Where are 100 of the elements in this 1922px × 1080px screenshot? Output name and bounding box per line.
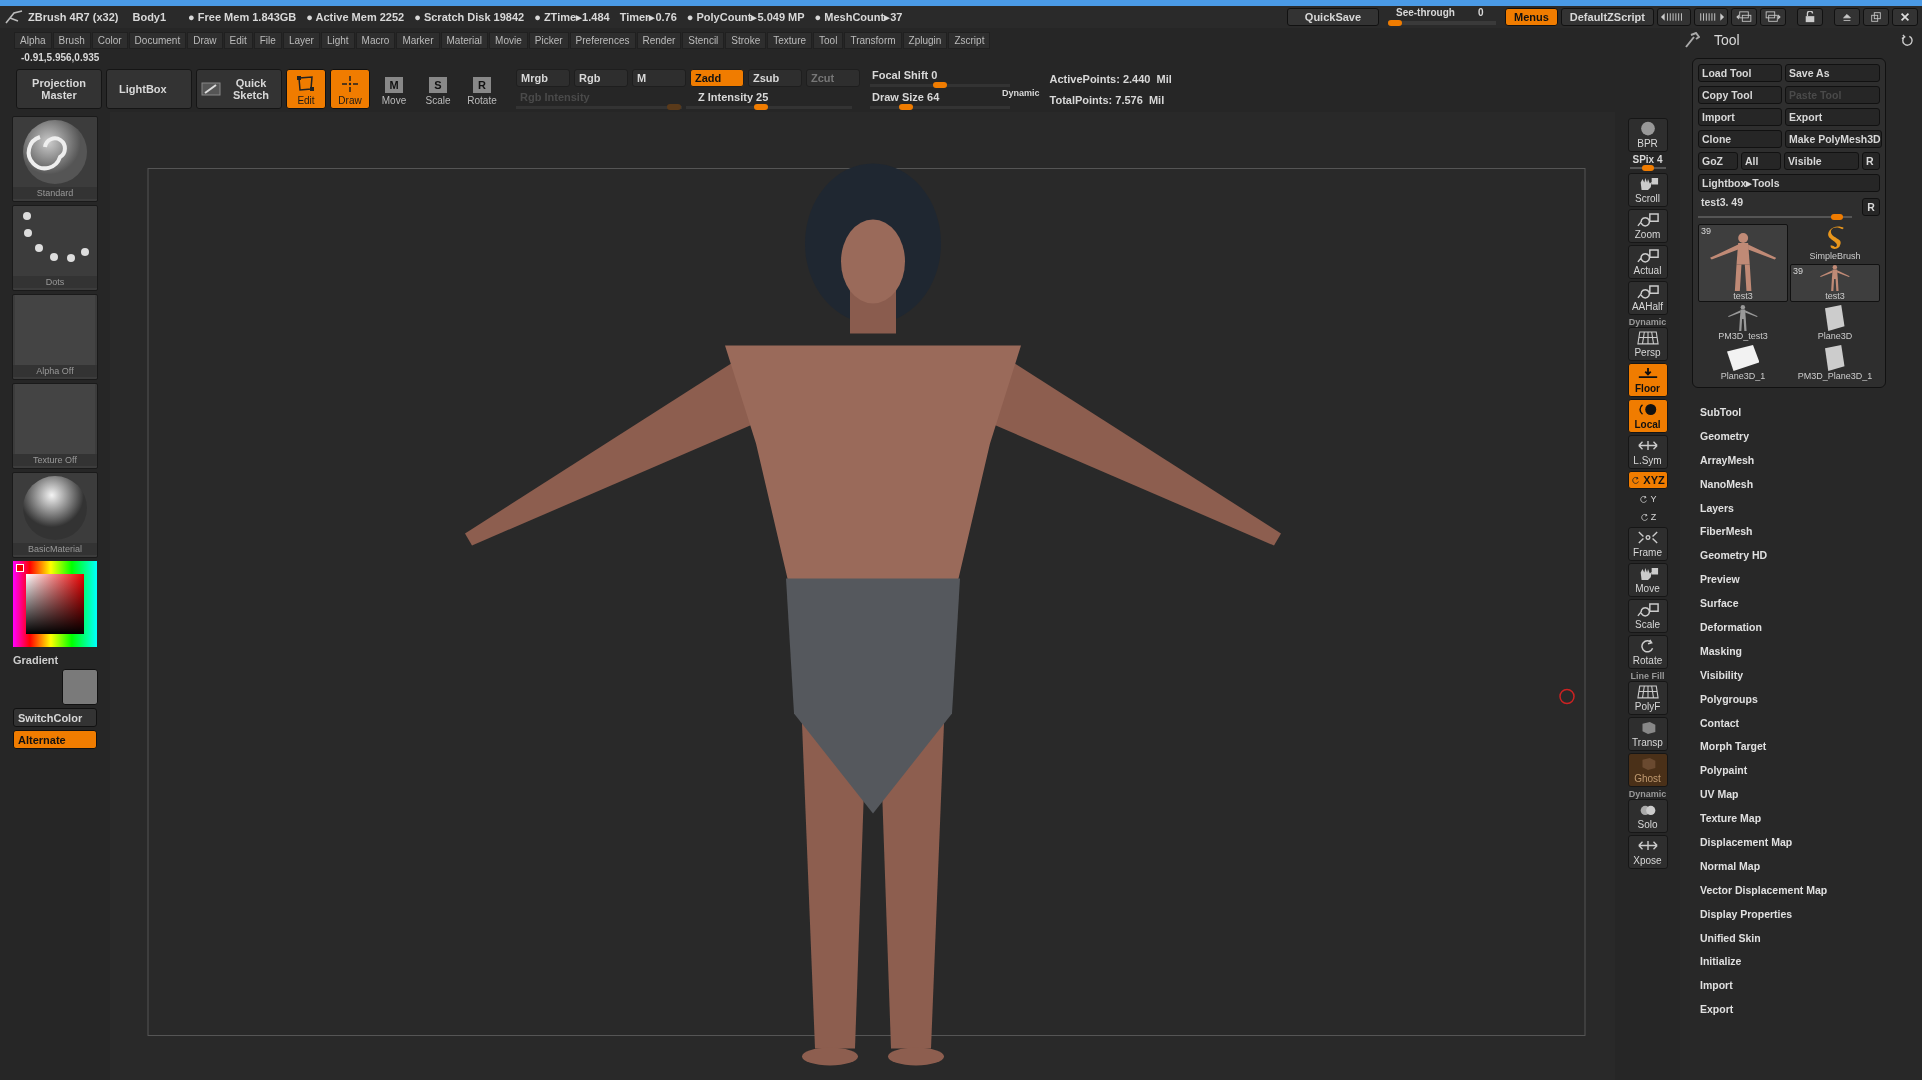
shelf-button[interactable]: Move (1627, 563, 1668, 597)
menu-item[interactable]: Zscript (948, 31, 991, 49)
tool-menu-item[interactable]: Export (1700, 997, 1922, 1022)
tool-menu-item[interactable]: FiberMesh (1700, 519, 1922, 544)
tool-button[interactable]: Make PolyMesh3D (1785, 130, 1882, 148)
scroll-left-button[interactable] (1657, 8, 1691, 26)
tool-menu-item[interactable]: UV Map (1700, 782, 1922, 807)
menu-item[interactable]: Macro (355, 31, 396, 49)
scroll-right-button[interactable] (1694, 8, 1728, 26)
tool-menu-item[interactable]: ArrayMesh (1700, 447, 1922, 472)
tool-menu-item[interactable]: Displacement Map (1700, 830, 1922, 854)
tool-menu-item[interactable]: Polygroups (1700, 686, 1922, 711)
menu-item[interactable]: Material (440, 31, 489, 49)
shelf-button[interactable]: Local (1627, 399, 1668, 433)
menu-item[interactable]: Zplugin (902, 31, 948, 49)
menu-item[interactable]: Texture (767, 31, 813, 49)
restore-button[interactable] (1863, 8, 1889, 26)
palette-thumbnail[interactable]: Standard (12, 116, 98, 202)
tool-menu-item[interactable]: Deformation (1700, 615, 1922, 639)
channel-toggle[interactable]: Rgb (574, 69, 628, 87)
channel-toggle[interactable]: Zsub (748, 69, 802, 87)
shelf-button[interactable]: Scroll (1627, 173, 1668, 207)
tool-thumbnail[interactable]: 39 test3 (1698, 224, 1788, 302)
menu-item[interactable]: Marker (396, 31, 440, 49)
shelf-button[interactable]: PolyF (1627, 681, 1668, 715)
mode-button[interactable]: Edit (286, 69, 326, 109)
quicksave-button[interactable]: QuickSave (1286, 8, 1379, 26)
shelf-button[interactable]: Solo (1627, 799, 1668, 833)
tool-menu-item[interactable]: NanoMesh (1700, 471, 1922, 496)
menu-item[interactable]: Preferences (569, 31, 636, 49)
mode-button[interactable]: Draw (330, 69, 370, 109)
channel-toggle[interactable]: Mrgb (516, 69, 570, 87)
tool-menu-item[interactable]: Geometry (1700, 423, 1922, 448)
tool-menu-item[interactable]: Layers (1700, 495, 1922, 520)
tool-button[interactable]: GoZ (1698, 152, 1738, 170)
palette-thumbnail[interactable]: BasicMaterial (12, 472, 98, 558)
menu-item[interactable]: Stroke (725, 31, 767, 49)
slider-handle[interactable] (753, 104, 768, 110)
switch-color-button[interactable]: SwitchColor (13, 708, 97, 727)
slider-handle[interactable] (1641, 165, 1654, 171)
tool-button[interactable]: Save As (1785, 64, 1880, 82)
menu-item[interactable]: Draw (187, 31, 223, 49)
shelf-button[interactable]: XYZ (1627, 471, 1668, 489)
shelf-button[interactable]: Rotate (1627, 635, 1668, 669)
reset-button[interactable]: R (1862, 198, 1880, 216)
channel-toggle[interactable]: M (632, 69, 686, 87)
tool-menu-item[interactable]: Preview (1700, 567, 1922, 592)
tool-menu-item[interactable]: SubTool (1700, 400, 1922, 424)
menu-item[interactable]: Alpha (14, 31, 52, 49)
projection-master-button[interactable]: Projection Master (16, 69, 102, 109)
menu-item[interactable]: Color (91, 31, 128, 49)
menu-item[interactable]: Brush (52, 31, 91, 49)
shelf-button[interactable]: Frame (1627, 527, 1668, 561)
shelf-button[interactable]: Zoom (1627, 209, 1668, 243)
tool-button[interactable]: Lightbox▸Tools (1698, 174, 1880, 192)
tool-menu-item[interactable]: Geometry HD (1700, 543, 1922, 568)
close-button[interactable] (1892, 8, 1918, 26)
alternate-button[interactable]: Alternate (13, 730, 97, 749)
shelf-button[interactable]: AAHalf (1627, 281, 1668, 315)
palette-thumbnail[interactable]: Texture Off (12, 383, 98, 469)
tool-menu-item[interactable]: Masking (1700, 638, 1922, 663)
menu-item[interactable]: Edit (223, 31, 253, 49)
tool-menu-item[interactable]: Morph Target (1700, 734, 1922, 759)
tool-menu-item[interactable]: Initialize (1700, 949, 1922, 974)
slider-handle[interactable] (899, 104, 914, 110)
tool-button[interactable]: Visible (1784, 152, 1859, 170)
menu-item[interactable]: Layer (282, 31, 320, 49)
shelf-button[interactable]: Scale (1627, 599, 1668, 633)
tool-button[interactable]: Import (1698, 108, 1782, 126)
menu-item[interactable]: Stencil (682, 31, 725, 49)
lock-button[interactable] (1797, 8, 1823, 26)
tool-thumbnail[interactable]: PM3D_Plane3D_1 (1790, 344, 1880, 382)
shelf-button[interactable]: Y (1634, 491, 1661, 507)
menu-item[interactable]: Transform (844, 31, 902, 49)
channel-toggle[interactable]: Zadd (690, 69, 744, 87)
menu-item[interactable]: Picker (528, 31, 569, 49)
quick-sketch-button[interactable]: Quick Sketch (196, 69, 282, 109)
menu-item[interactable]: Render (636, 31, 682, 49)
tool-menu-item[interactable]: Contact (1700, 710, 1922, 735)
layout-button[interactable] (1760, 8, 1786, 26)
menu-item[interactable]: Light (320, 31, 355, 49)
shelf-button[interactable]: Z (1634, 509, 1661, 525)
tool-menu-item[interactable]: Import (1700, 973, 1922, 998)
tool-menu-item[interactable]: Display Properties (1700, 901, 1922, 926)
shelf-button[interactable]: BPR (1627, 118, 1668, 152)
tool-thumbnail[interactable]: PM3D_test3 (1698, 304, 1788, 342)
tool-menu-item[interactable]: Unified Skin (1700, 925, 1922, 950)
menus-button[interactable]: Menus (1504, 8, 1558, 26)
tool-menu-item[interactable]: Visibility (1700, 662, 1922, 687)
mode-button[interactable]: M Move (374, 69, 414, 109)
layout-button[interactable] (1731, 8, 1757, 26)
palette-thumbnail[interactable]: Dots (12, 205, 98, 291)
tool-button[interactable]: Clone (1698, 130, 1782, 148)
tool-thumbnail[interactable]: 39 test3 (1790, 264, 1880, 302)
tool-button[interactable]: R (1862, 152, 1880, 170)
tool-menu-item[interactable]: Polypaint (1700, 758, 1922, 783)
shelf-button[interactable]: Transp (1627, 717, 1668, 751)
slider-handle[interactable] (1830, 214, 1843, 220)
slider-handle[interactable] (1387, 20, 1402, 26)
tool-menu-item[interactable]: Texture Map (1700, 806, 1922, 831)
